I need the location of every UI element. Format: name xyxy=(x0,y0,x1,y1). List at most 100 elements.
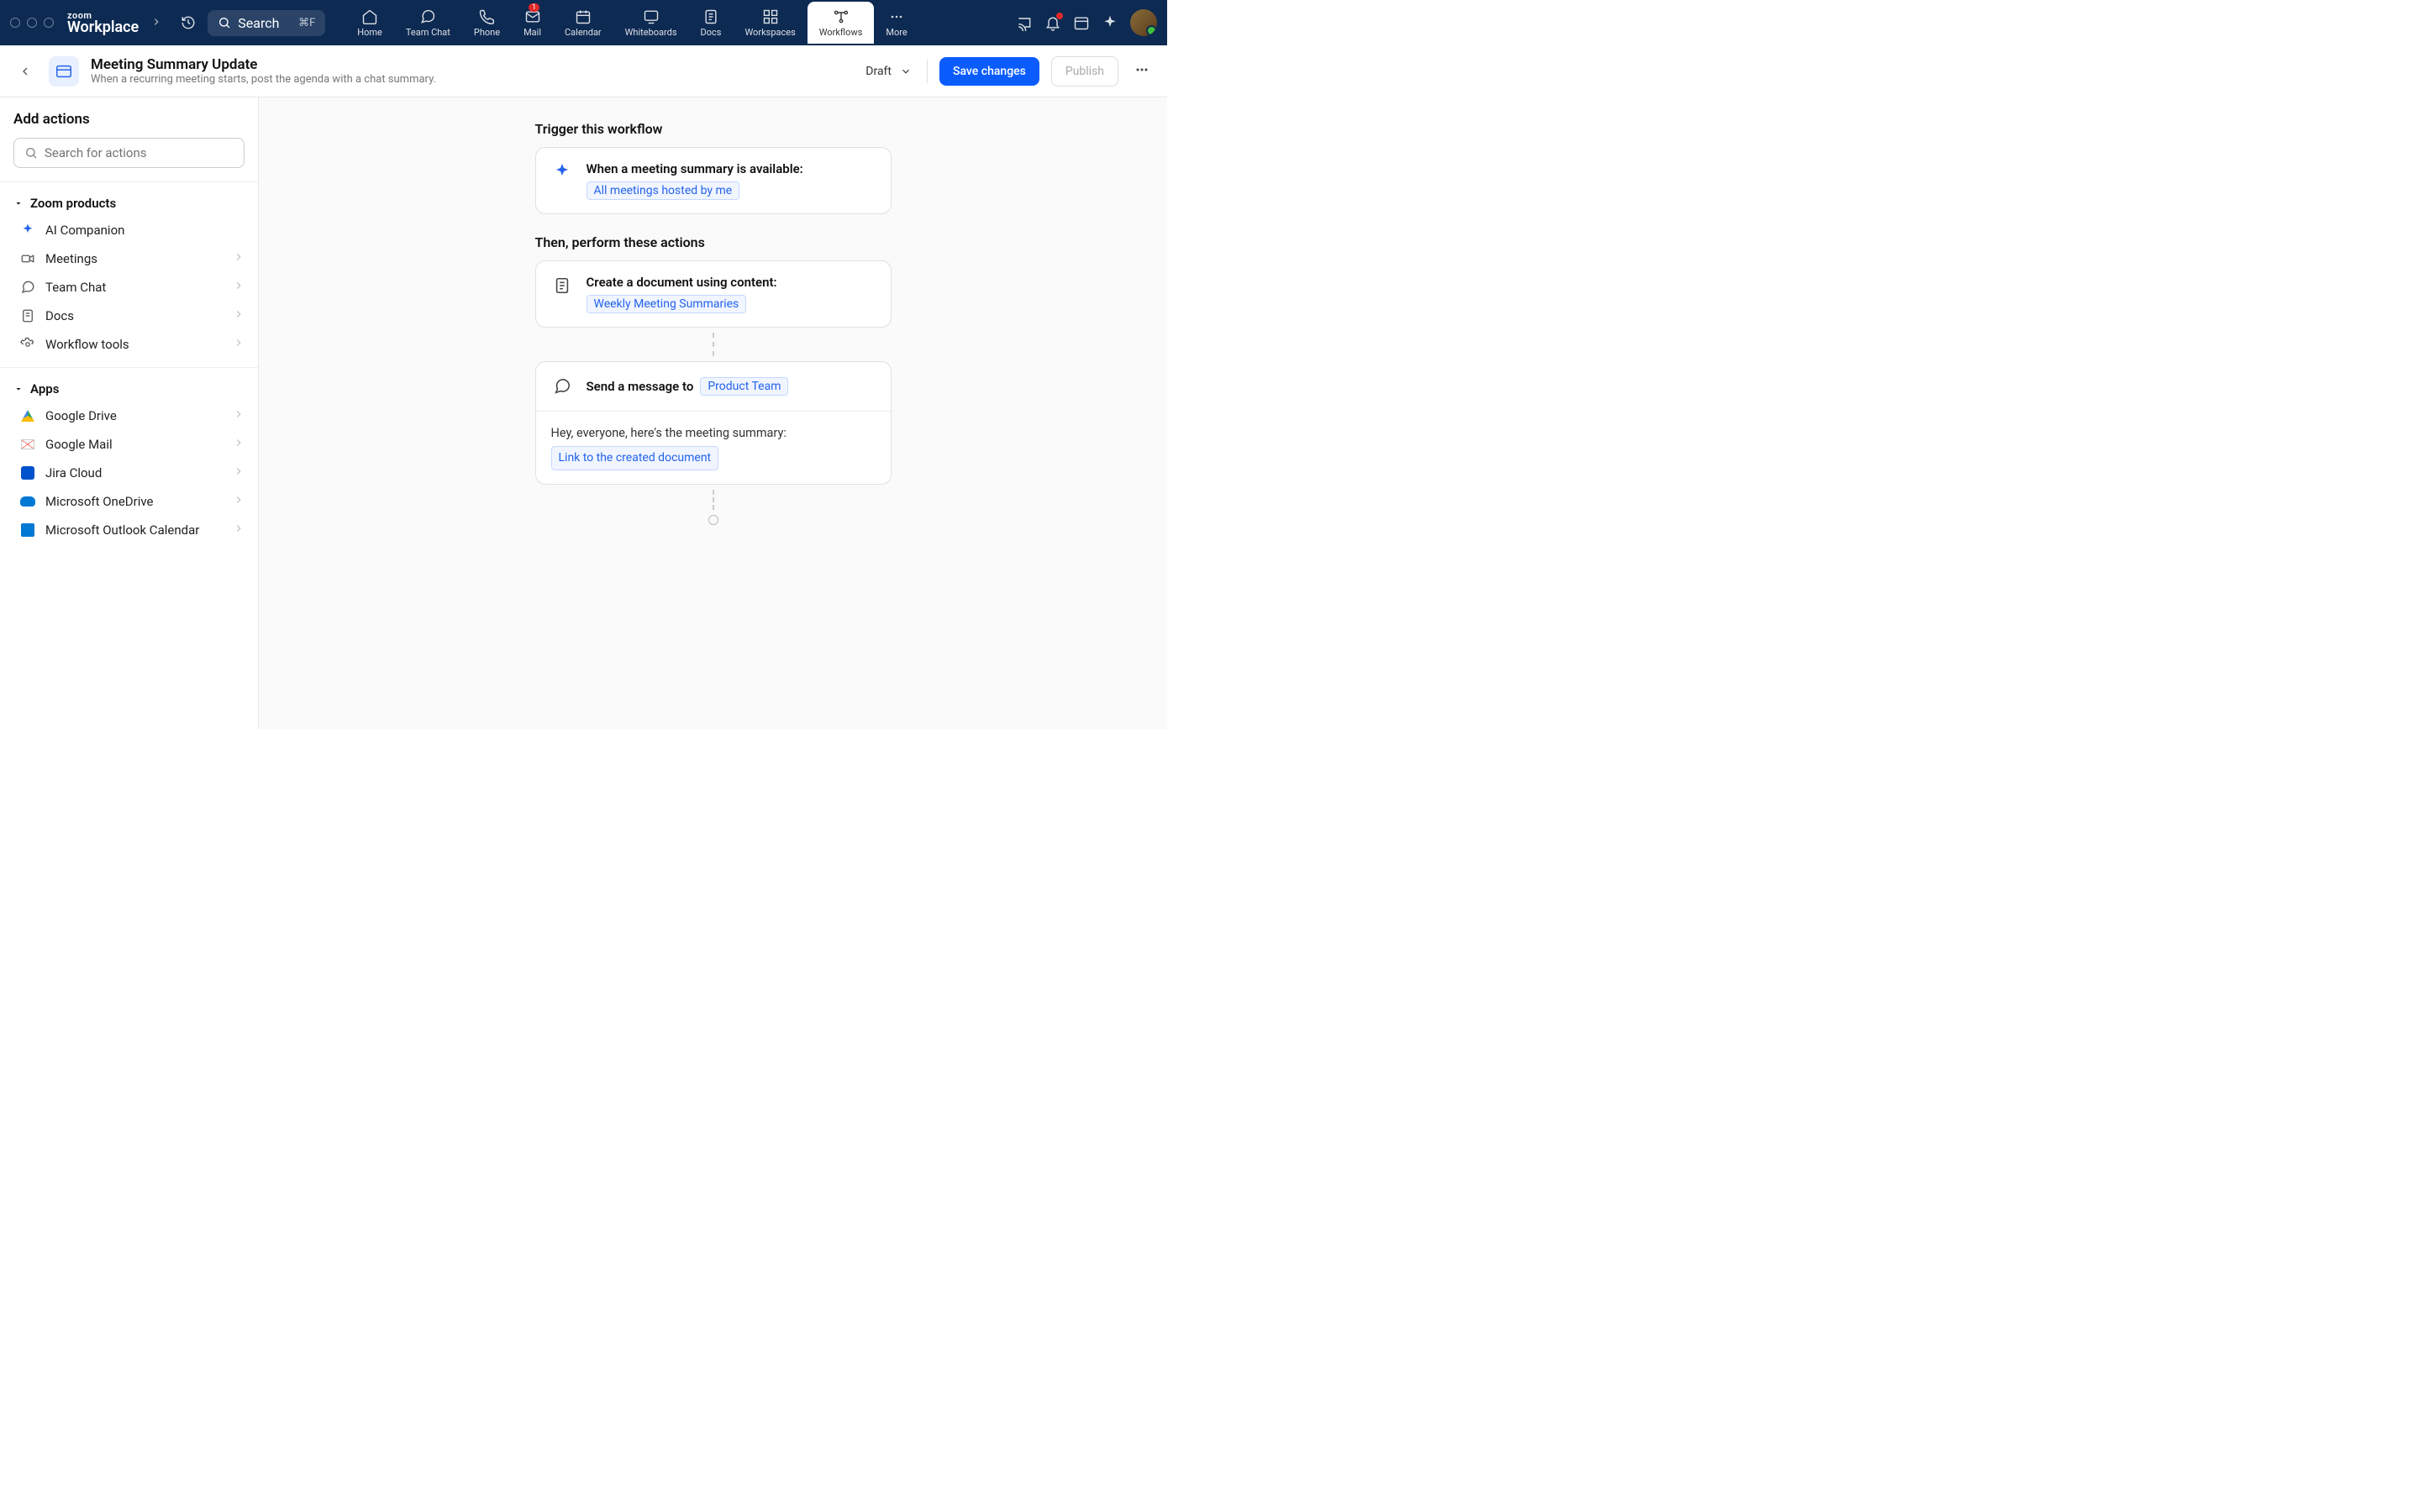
chevron-right-icon xyxy=(233,408,245,423)
sb-label: Jira Cloud xyxy=(45,465,102,480)
cast-icon[interactable] xyxy=(1016,14,1033,31)
global-search[interactable]: Search ⌘F xyxy=(208,10,325,36)
sb-label: Meetings xyxy=(45,251,97,266)
message-body: Hey, everyone, here's the meeting summar… xyxy=(536,411,891,484)
window-maximize[interactable] xyxy=(44,18,54,28)
sidebar-item-meetings[interactable]: Meetings xyxy=(0,244,258,273)
chat-icon xyxy=(419,8,436,25)
sidebar-item-docs[interactable]: Docs xyxy=(0,302,258,330)
section-apps[interactable]: Apps xyxy=(0,376,258,402)
chat-icon xyxy=(20,280,35,295)
tab-more[interactable]: More xyxy=(874,2,918,44)
tab-phone[interactable]: Phone xyxy=(462,2,512,44)
ai-sparkle-icon[interactable] xyxy=(1102,14,1118,31)
divider xyxy=(927,60,928,83)
search-icon xyxy=(218,16,231,29)
nav-tabs: Home Team Chat Phone 1 Mail Calendar Whi… xyxy=(345,2,1009,44)
tab-mail[interactable]: 1 Mail xyxy=(512,2,553,44)
actions-search[interactable] xyxy=(13,138,245,168)
bell-icon[interactable] xyxy=(1044,14,1061,31)
brand-chevron-icon[interactable] xyxy=(150,15,162,31)
user-avatar[interactable] xyxy=(1130,9,1157,36)
tab-calendar[interactable]: Calendar xyxy=(553,2,613,44)
sparkle-icon xyxy=(551,161,573,183)
workflow-title: Meeting Summary Update xyxy=(91,56,436,73)
chevron-down-icon xyxy=(900,66,912,77)
more-options-button[interactable] xyxy=(1130,58,1154,85)
publish-button[interactable]: Publish xyxy=(1051,56,1118,87)
sidebar-item-ai-companion[interactable]: AI Companion xyxy=(0,216,258,244)
workflow-title-block: Meeting Summary Update When a recurring … xyxy=(91,56,436,86)
jira-icon xyxy=(20,465,35,480)
message-link-chip[interactable]: Link to the created document xyxy=(551,446,719,470)
trigger-title: When a meeting summary is available: xyxy=(587,161,876,176)
back-button[interactable] xyxy=(13,60,37,83)
add-step-circle[interactable] xyxy=(708,515,718,525)
workspaces-icon xyxy=(762,8,779,25)
brand-text-2: Workplace xyxy=(67,20,139,35)
tab-phone-label: Phone xyxy=(474,27,500,38)
google-drive-icon xyxy=(20,408,35,423)
tab-workflows[interactable]: Workflows xyxy=(808,2,875,44)
brand-logo: zoom Workplace xyxy=(67,11,139,35)
search-shortcut: ⌘F xyxy=(298,17,315,29)
message-text: Hey, everyone, here's the meeting summar… xyxy=(551,423,876,443)
actions-sidebar: Add actions Zoom products AI Companion M… xyxy=(0,97,259,729)
search-icon xyxy=(24,146,38,160)
sidebar-item-google-mail[interactable]: Google Mail xyxy=(0,430,258,459)
actions-search-input[interactable] xyxy=(45,145,234,160)
status-dropdown[interactable]: Draft xyxy=(862,60,915,83)
action1-chip[interactable]: Weekly Meeting Summaries xyxy=(587,295,747,313)
connector-line xyxy=(713,490,714,510)
history-button[interactable] xyxy=(176,10,201,35)
tab-whiteboards-label: Whiteboards xyxy=(625,27,677,38)
sidebar-item-google-drive[interactable]: Google Drive xyxy=(0,402,258,430)
tab-docs-label: Docs xyxy=(701,27,722,38)
window-controls xyxy=(10,18,54,28)
chevron-right-icon xyxy=(233,337,245,352)
sb-label: AI Companion xyxy=(45,223,124,238)
tab-home-label: Home xyxy=(357,27,382,38)
topbar-right xyxy=(1016,9,1157,36)
sb-label: Google Mail xyxy=(45,437,113,452)
sidebar-item-workflow-tools[interactable]: Workflow tools xyxy=(0,330,258,359)
sidebar-item-outlook[interactable]: Microsoft Outlook Calendar xyxy=(0,516,258,544)
phone-icon xyxy=(478,8,495,25)
window-minimize[interactable] xyxy=(27,18,37,28)
doc-icon xyxy=(20,308,35,323)
outlook-icon xyxy=(20,522,35,538)
trigger-card[interactable]: When a meeting summary is available: All… xyxy=(535,147,892,214)
action2-chip[interactable]: Product Team xyxy=(700,377,788,396)
section-zoom-label: Zoom products xyxy=(30,196,116,211)
tab-workflows-label: Workflows xyxy=(819,27,863,38)
status-label: Draft xyxy=(865,65,892,78)
today-icon[interactable] xyxy=(1073,14,1090,31)
gmail-icon xyxy=(20,437,35,452)
sb-label: Docs xyxy=(45,308,74,323)
tab-docs[interactable]: Docs xyxy=(689,2,734,44)
tab-workspaces[interactable]: Workspaces xyxy=(733,2,807,44)
top-nav-bar: zoom Workplace Search ⌘F Home Team Chat … xyxy=(0,0,1167,45)
trigger-section-title: Trigger this workflow xyxy=(535,121,892,137)
action-card-send-message[interactable]: Send a message to Product Team Hey, ever… xyxy=(535,361,892,485)
tab-whiteboards[interactable]: Whiteboards xyxy=(613,2,689,44)
tab-teamchat[interactable]: Team Chat xyxy=(394,2,462,44)
sidebar-item-jira[interactable]: Jira Cloud xyxy=(0,459,258,487)
sb-label: Google Drive xyxy=(45,408,117,423)
sidebar-item-teamchat[interactable]: Team Chat xyxy=(0,273,258,302)
window-close[interactable] xyxy=(10,18,20,28)
more-icon xyxy=(888,8,905,25)
trigger-chip[interactable]: All meetings hosted by me xyxy=(587,181,740,200)
tab-home[interactable]: Home xyxy=(345,2,394,44)
workflows-icon xyxy=(833,8,850,25)
section-zoom-products[interactable]: Zoom products xyxy=(0,191,258,216)
save-button[interactable]: Save changes xyxy=(939,57,1039,86)
connector-line xyxy=(713,333,714,356)
action-card-create-doc[interactable]: Create a document using content: Weekly … xyxy=(535,260,892,328)
chevron-right-icon xyxy=(233,465,245,480)
workflow-description: When a recurring meeting starts, post th… xyxy=(91,73,436,86)
chevron-right-icon xyxy=(233,251,245,266)
sidebar-title: Add actions xyxy=(0,111,258,138)
doc-icon xyxy=(551,275,573,297)
sidebar-item-onedrive[interactable]: Microsoft OneDrive xyxy=(0,487,258,516)
